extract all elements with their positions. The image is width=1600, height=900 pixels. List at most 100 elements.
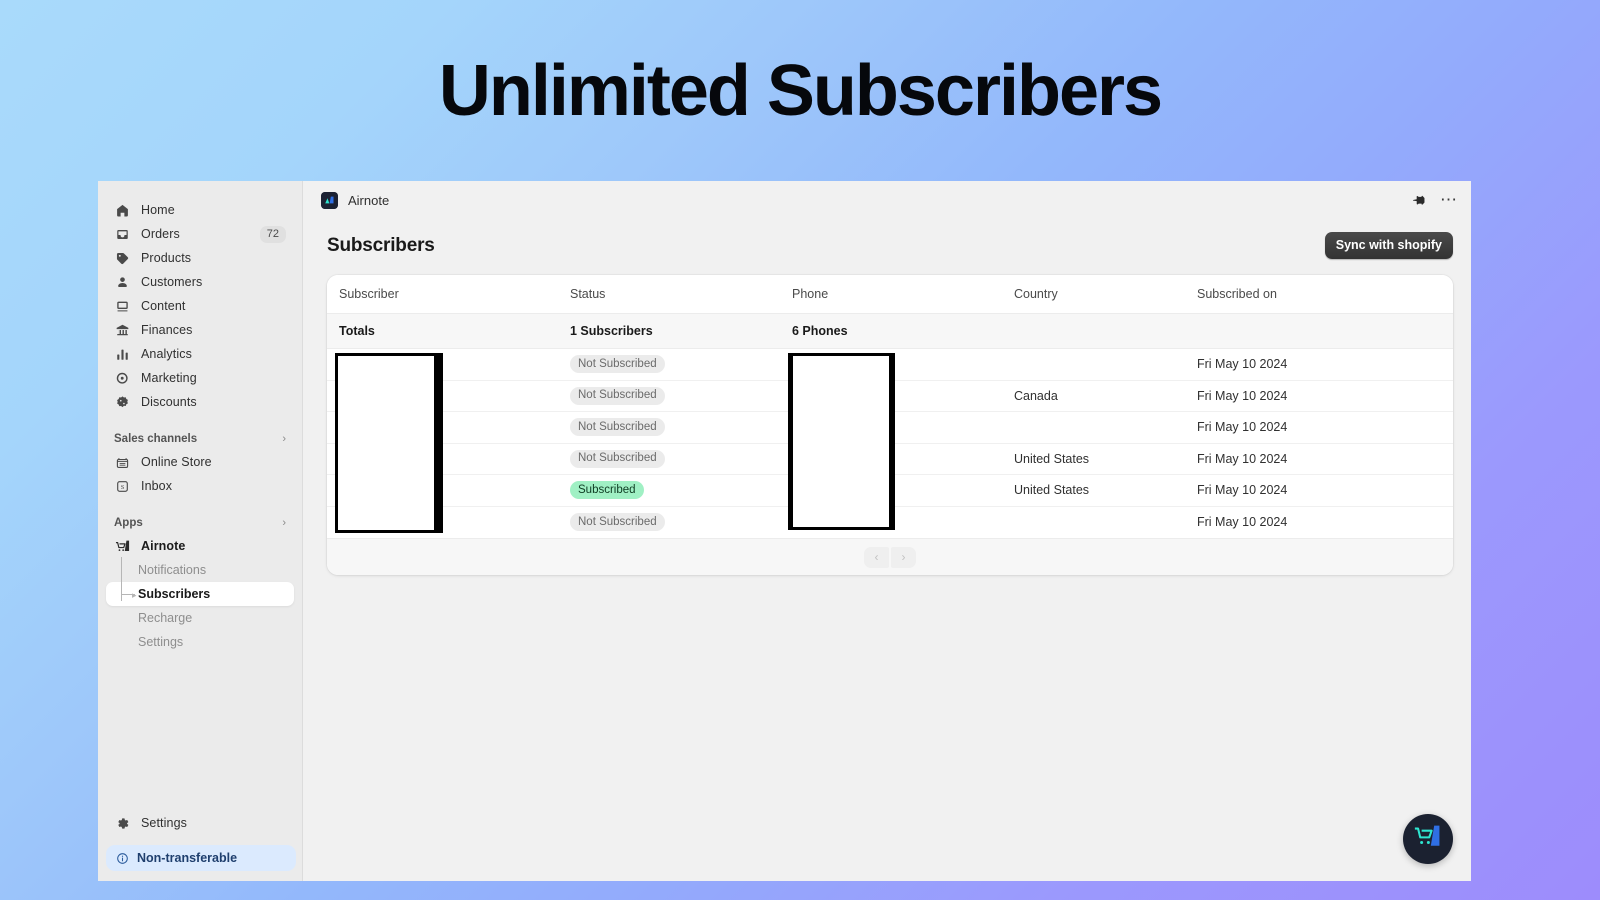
cell-country — [1014, 412, 1197, 444]
sidebar-item-label: Subscribers — [138, 587, 211, 601]
sidebar-item-app-settings[interactable]: Settings — [106, 630, 294, 654]
sidebar-item-inbox[interactable]: S Inbox — [106, 474, 294, 498]
section-title: Sales channels — [114, 433, 198, 445]
cell-subscribed-on: Fri May 10 2024 — [1197, 507, 1453, 539]
sidebar-item-label: Settings — [141, 816, 187, 830]
subscribed-on-value: Fri May 10 2024 — [1197, 388, 1288, 403]
cell-country: Canada — [1014, 381, 1197, 412]
sidebar-item-recharge[interactable]: Recharge — [106, 606, 294, 630]
cell-subscribed-on: Fri May 10 2024 — [1197, 412, 1453, 444]
section-title: Apps — [114, 517, 143, 529]
orders-icon — [114, 226, 131, 243]
sidebar-item-label: Recharge — [138, 611, 193, 625]
country-value: United States — [1014, 483, 1090, 498]
sidebar-item-content[interactable]: Content — [106, 294, 294, 318]
page-title: Subscribers — [327, 234, 435, 256]
svg-text:S: S — [121, 484, 125, 491]
orders-count-badge: 72 — [259, 225, 286, 243]
finances-icon — [114, 322, 131, 339]
pin-icon[interactable] — [1413, 193, 1426, 207]
info-icon — [116, 852, 129, 865]
cell-country — [1014, 349, 1197, 381]
subscribed-on-value: Fri May 10 2024 — [1197, 420, 1288, 435]
subscriber-column-redaction — [335, 353, 443, 533]
sync-with-shopify-button[interactable]: Sync with shopify — [1324, 232, 1453, 259]
subscribed-on-value: Fri May 10 2024 — [1197, 451, 1288, 466]
airnote-cart-icon — [114, 538, 131, 555]
airnote-floating-action-button[interactable] — [1403, 814, 1453, 864]
marketing-icon — [114, 370, 131, 387]
sidebar-item-label: Notifications — [138, 563, 207, 577]
status-badge: Not Subscribed — [570, 449, 665, 468]
airnote-logo-icon — [321, 191, 338, 209]
sidebar-item-label: Settings — [138, 635, 184, 649]
sidebar-item-online-store[interactable]: Online Store — [106, 450, 294, 474]
cell-country: United States — [1014, 444, 1197, 475]
cell-status: Not Subscribed — [570, 444, 792, 475]
sidebar-item-home[interactable]: Home — [106, 198, 294, 222]
totals-label: Totals — [327, 313, 570, 349]
sidebar-item-label: Finances — [141, 323, 193, 337]
sidebar-item-finances[interactable]: Finances — [106, 318, 294, 342]
status-badge: Subscribed — [570, 481, 644, 500]
sidebar-item-airnote[interactable]: Airnote — [106, 534, 294, 558]
topbar-actions: ⋯ — [1413, 191, 1458, 208]
content-icon — [114, 298, 131, 315]
sidebar-section-apps[interactable]: Apps › — [106, 512, 294, 534]
sidebar: Home Orders 72 Products Customers Conten… — [98, 181, 303, 881]
cell-subscribed-on: Fri May 10 2024 — [1197, 349, 1453, 381]
sidebar-item-label: Analytics — [141, 347, 192, 361]
products-icon — [114, 250, 131, 267]
cell-country — [1014, 507, 1197, 539]
column-header-subscribed-on[interactable]: Subscribed on — [1197, 275, 1453, 314]
page-header: Subscribers Sync with shopify — [303, 219, 1471, 259]
sidebar-item-label: Orders — [141, 227, 180, 241]
sidebar-section-sales-channels[interactable]: Sales channels › — [106, 428, 294, 450]
table-header: Subscriber Status Phone Country Subscrib… — [327, 275, 1453, 314]
sidebar-item-orders[interactable]: Orders 72 — [106, 222, 294, 246]
totals-phones: 6 Phones — [792, 313, 1014, 349]
cell-subscribed-on: Fri May 10 2024 — [1197, 475, 1453, 507]
cell-subscribed-on: Fri May 10 2024 — [1197, 444, 1453, 475]
app-topbar: Airnote ⋯ — [303, 181, 1471, 219]
sidebar-item-products[interactable]: Products — [106, 246, 294, 270]
airnote-cart-icon — [1413, 823, 1443, 855]
app-window: Home Orders 72 Products Customers Conten… — [98, 181, 1471, 881]
totals-row: Totals 1 Subscribers 6 Phones — [327, 313, 1453, 349]
sidebar-item-label: Online Store — [141, 455, 212, 469]
sidebar-item-label: Inbox — [141, 479, 173, 493]
column-header-country[interactable]: Country — [1014, 275, 1197, 314]
sidebar-item-discounts[interactable]: Discounts — [106, 390, 294, 414]
country-value: Canada — [1014, 388, 1058, 403]
column-header-subscriber[interactable]: Subscriber — [327, 275, 570, 314]
analytics-icon — [114, 346, 131, 363]
totals-country — [1014, 313, 1197, 349]
cell-status: Not Subscribed — [570, 507, 792, 539]
hero-banner: Unlimited Subscribers — [0, 0, 1600, 181]
cell-status: Not Subscribed — [570, 381, 792, 412]
column-header-phone[interactable]: Phone — [792, 275, 1014, 314]
pagination-next-button[interactable]: › — [891, 546, 916, 568]
sidebar-item-marketing[interactable]: Marketing — [106, 366, 294, 390]
subscribed-on-value: Fri May 10 2024 — [1197, 357, 1288, 372]
table-pagination: ‹ › — [327, 538, 1453, 575]
status-badge: Not Subscribed — [570, 386, 665, 405]
cell-status: Not Subscribed — [570, 349, 792, 381]
discounts-icon — [114, 394, 131, 411]
sidebar-item-notifications[interactable]: Notifications — [106, 558, 294, 582]
chevron-right-icon: › — [282, 432, 286, 445]
pagination-prev-button[interactable]: ‹ — [864, 546, 889, 568]
totals-subscribed-on — [1197, 313, 1453, 349]
sidebar-item-label: Home — [141, 203, 175, 217]
sidebar-item-analytics[interactable]: Analytics — [106, 342, 294, 366]
column-header-status[interactable]: Status — [570, 275, 792, 314]
chevron-right-icon: › — [282, 516, 286, 529]
sidebar-bottom: Settings Non-transferable — [98, 811, 302, 881]
gear-icon — [114, 815, 131, 832]
sidebar-item-customers[interactable]: Customers — [106, 270, 294, 294]
store-icon — [114, 454, 131, 471]
sidebar-item-settings[interactable]: Settings — [106, 811, 294, 835]
sidebar-item-label: Products — [141, 251, 192, 265]
more-horizontal-icon[interactable]: ⋯ — [1440, 191, 1458, 208]
